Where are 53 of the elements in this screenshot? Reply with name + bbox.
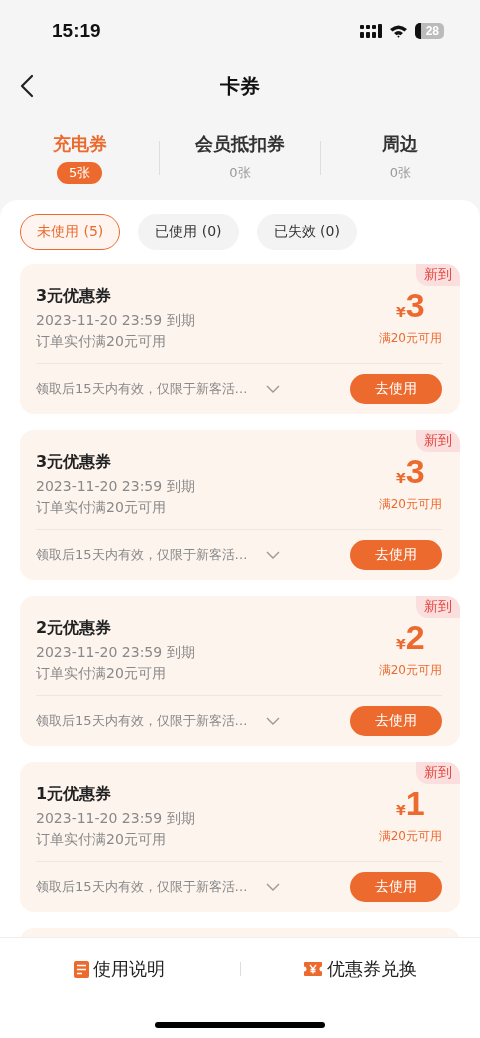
new-tag: 新到 [416,430,460,452]
count-label: 0张 [228,164,252,182]
filter-chip[interactable]: 已使用 (0) [138,214,239,250]
condition-text: 订单实付满20元可用 [36,665,167,683]
expiry-text: 2023-11-20 23:59 到期 [36,312,195,330]
ticket-icon [303,961,324,977]
page-title: 卡券 [220,72,260,100]
chevron-down-icon[interactable] [265,551,280,559]
expiry-text: 2023-11-20 23:59 到期 [36,810,195,828]
battery-level: 28 [414,23,444,39]
currency-symbol: ¥ [396,802,406,818]
category-tab[interactable]: 会员抵扣券 [195,132,285,156]
category-tab[interactable]: 周边 [382,132,419,156]
currency-symbol: ¥ [396,636,406,652]
bottom-action[interactable]: 使用说明 [0,956,240,982]
back-icon[interactable] [20,74,34,98]
bottom-action[interactable]: 优惠券兑换 [240,956,480,982]
count-label: 0张 [388,164,412,182]
signal-icon [359,24,382,38]
chevron-down-icon[interactable] [265,883,280,891]
filter-chip[interactable]: 已失效 (0) [256,214,357,250]
chevron-down-icon[interactable] [265,385,280,393]
validity-note: 领取后15天内有效，仅限于新客活… [36,878,248,896]
new-tag: 新到 [416,596,460,618]
threshold-text: 满20元可用 [378,827,442,845]
validity-note: 领取后15天内有效，仅限于新客活… [36,712,248,730]
currency-symbol: ¥ [396,304,406,320]
currency-symbol: ¥ [396,470,406,486]
expiry-text: 2023-11-20 23:59 到期 [36,644,195,662]
expiry-text: 2023-11-20 23:59 到期 [36,478,195,496]
coupon-amount: 3 [405,288,425,324]
condition-text: 订单实付满20元可用 [36,499,167,517]
coupon-amount: 1 [405,786,425,822]
validity-note: 领取后15天内有效，仅限于新客活… [36,380,248,398]
condition-text: 订单实付满20元可用 [36,333,167,351]
threshold-text: 满20元可用 [378,661,442,679]
coupon-amount: 2 [405,620,425,656]
validity-note: 领取后15天内有效，仅限于新客活… [36,546,248,564]
count-badge: 5张 [57,162,103,184]
threshold-text: 满20元可用 [378,329,442,347]
coupon-title: 2元优惠券 [36,618,113,639]
coupon-title: 1元优惠券 [36,784,113,805]
condition-text: 订单实付满20元可用 [36,831,167,849]
new-tag: 新到 [416,762,460,784]
chevron-down-icon[interactable] [265,717,280,725]
coupon-amount: 3 [405,454,425,490]
document-icon [74,960,90,978]
new-tag: 新到 [416,264,460,286]
coupon-title: 3元优惠券 [36,452,113,473]
coupon-title: 3元优惠券 [36,286,113,307]
threshold-text: 满20元可用 [378,495,442,513]
wifi-icon [388,24,408,38]
status-time: 15:19 [52,20,101,42]
